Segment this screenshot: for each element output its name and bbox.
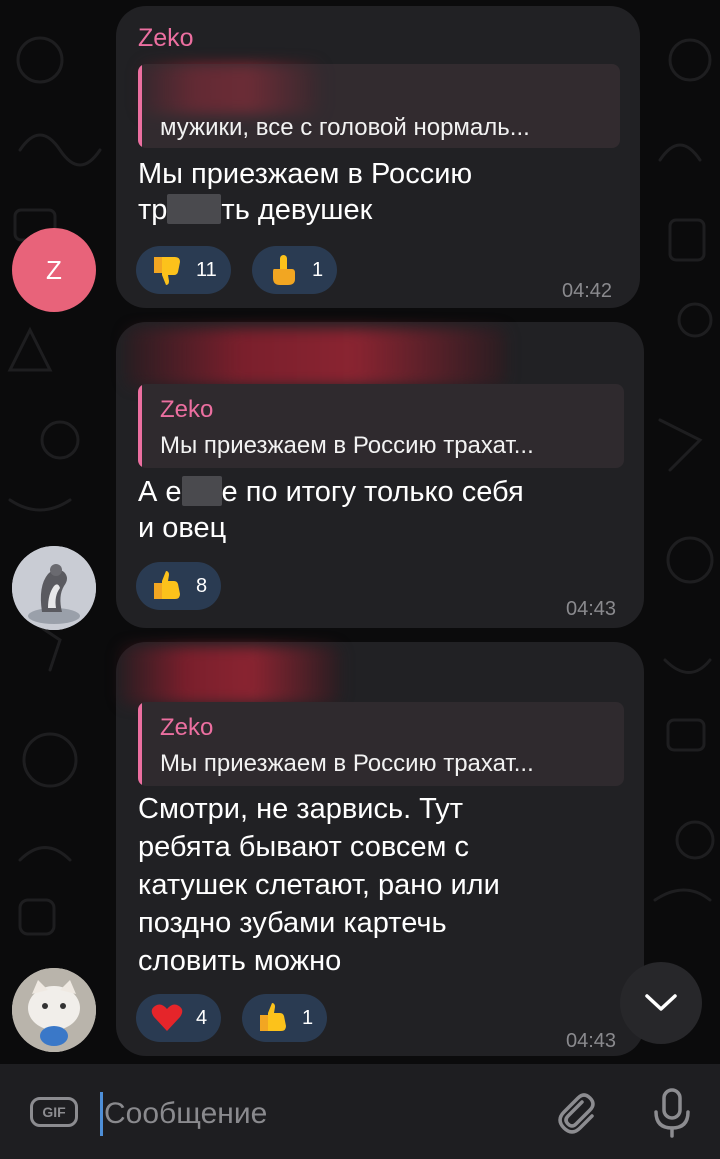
- message-time: 04:42: [562, 280, 613, 302]
- message-text: Мы приезжаем в Россию тр ть девушек: [138, 156, 472, 228]
- avatar-letter: Z: [46, 254, 62, 285]
- reaction-thumbs-down[interactable]: 11: [136, 246, 231, 294]
- message-line: Мы приезжаем в Россию: [138, 158, 473, 190]
- reply-sender: Zeko: [160, 714, 214, 741]
- message-text: Смотри, не зарвись. Тут ребята бывают со…: [138, 790, 500, 980]
- reaction-count: 1: [312, 258, 324, 281]
- redacted-area: [126, 328, 506, 386]
- message-input-bar: GIF: [0, 1064, 720, 1159]
- message-line: Смотри, не зарвись. Тут: [138, 793, 464, 825]
- reaction-red-heart[interactable]: 4: [136, 994, 222, 1042]
- text-part: А е: [138, 476, 182, 508]
- message-bubble-1[interactable]: Zeko мужики, все с головой нормаль... Мы…: [116, 6, 640, 308]
- message-line: тр ть девушек: [138, 192, 472, 228]
- thumbs-up-icon: [254, 999, 292, 1037]
- message-input[interactable]: [104, 1092, 524, 1136]
- reply-sender: Zeko: [160, 396, 214, 423]
- chevron-down-icon: [645, 994, 677, 1011]
- reply-preview[interactable]: мужики, все с головой нормаль...: [138, 64, 620, 148]
- paperclip-icon[interactable]: [552, 1088, 602, 1138]
- censor-block: [181, 476, 222, 506]
- microphone-icon[interactable]: [648, 1086, 696, 1140]
- reaction-count: 4: [196, 1006, 208, 1029]
- message-line: ребята бывают совсем с: [138, 831, 470, 863]
- censor-block: [167, 194, 222, 224]
- message-line: и овец: [138, 512, 227, 544]
- text-part: е по итогу только себя: [221, 476, 524, 508]
- avatar[interactable]: [12, 546, 96, 630]
- avatar[interactable]: Z: [12, 228, 96, 312]
- sender-name: Zeko: [138, 24, 194, 52]
- gif-label: GIF: [42, 1104, 66, 1120]
- thumbs-up-icon: [148, 567, 186, 605]
- reply-text: Мы приезжаем в Россию трахат...: [160, 432, 534, 459]
- message-text: А е е по итогу только себя и овец: [138, 474, 524, 546]
- reaction-count: 8: [196, 574, 208, 597]
- reply-text: мужики, все с головой нормаль...: [160, 114, 530, 141]
- reply-accent-bar: [138, 64, 142, 148]
- message-time: 04:43: [566, 598, 617, 620]
- reply-preview[interactable]: Zeko Мы приезжаем в Россию трахат...: [138, 384, 624, 468]
- redacted-area: [120, 646, 340, 704]
- reaction-thumbs-up[interactable]: 1: [242, 994, 328, 1042]
- avatar-image: [12, 968, 96, 1052]
- thumbs-down-icon: [148, 251, 186, 289]
- avatar-image: [12, 546, 96, 630]
- reaction-middle-finger[interactable]: 1: [252, 246, 338, 294]
- middle-finger-icon: [264, 251, 302, 289]
- text-part: ть девушек: [221, 194, 373, 226]
- reaction-count: 1: [302, 1006, 314, 1029]
- reply-accent-bar: [138, 384, 142, 468]
- message-line: поздно зубами картечь: [138, 907, 447, 939]
- message-line: катушек слетают, рано или: [138, 869, 500, 901]
- reply-preview[interactable]: Zeko Мы приезжаем в Россию трахат...: [138, 702, 624, 786]
- text-caret: [100, 1092, 103, 1136]
- text-part: тр: [138, 194, 168, 226]
- message-line: А е е по итогу только себя: [138, 474, 524, 510]
- reaction-thumbs-up[interactable]: 8: [136, 562, 222, 610]
- reply-text: Мы приезжаем в Россию трахат...: [160, 750, 534, 777]
- reaction-count: 11: [196, 258, 217, 281]
- message-bubble-2[interactable]: Zeko Мы приезжаем в Россию трахат... А е…: [116, 322, 644, 628]
- message-time: 04:43: [566, 1030, 617, 1052]
- red-heart-icon: [148, 999, 186, 1037]
- scroll-down-button[interactable]: [620, 962, 702, 1044]
- message-line: словить можно: [138, 945, 342, 977]
- reply-accent-bar: [138, 702, 142, 786]
- avatar[interactable]: [12, 968, 96, 1052]
- message-bubble-3[interactable]: Zeko Мы приезжаем в Россию трахат... Смо…: [116, 642, 644, 1056]
- gif-button[interactable]: GIF: [30, 1097, 78, 1127]
